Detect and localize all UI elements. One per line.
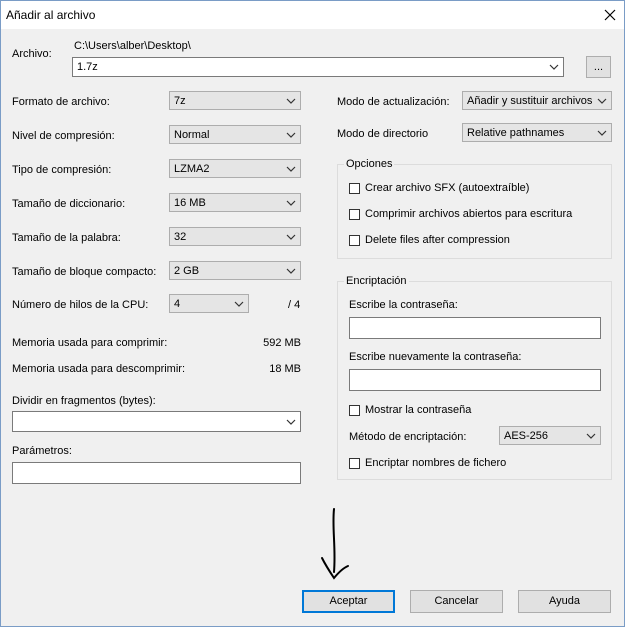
path-mode-label: Modo de directorio: [337, 128, 429, 140]
word-value: 32: [174, 231, 187, 243]
archive-label: Archivo:: [12, 48, 52, 60]
path-mode-select[interactable]: Relative pathnames: [462, 123, 612, 142]
chevron-down-icon: [286, 166, 296, 172]
chevron-down-icon: [286, 98, 296, 104]
chevron-down-icon: [286, 200, 296, 206]
encryption-group: Encriptación Escribe la contraseña: Escr…: [337, 275, 612, 480]
level-select[interactable]: Normal: [169, 125, 301, 144]
mem-compress-value: 592 MB: [263, 337, 301, 349]
threads-max: / 4: [288, 299, 301, 311]
show-password-checkbox[interactable]: Mostrar la contraseña: [349, 403, 471, 417]
close-icon[interactable]: [596, 1, 624, 29]
dict-value: 16 MB: [174, 197, 206, 209]
format-select[interactable]: 7z: [169, 91, 301, 110]
help-button[interactable]: Ayuda: [518, 590, 611, 613]
cancel-button[interactable]: Cancelar: [410, 590, 503, 613]
method-select[interactable]: LZMA2: [169, 159, 301, 178]
level-value: Normal: [174, 129, 210, 141]
show-password-label: Mostrar la contraseña: [365, 404, 472, 416]
chevron-down-icon: [286, 234, 296, 240]
update-mode-label: Modo de actualización:: [337, 96, 450, 108]
solid-select[interactable]: 2 GB: [169, 261, 301, 280]
format-label: Formato de archivo:: [12, 96, 110, 108]
chevron-down-icon: [234, 301, 244, 307]
threads-label: Número de hilos de la CPU:: [12, 299, 149, 311]
archive-name-combo[interactable]: 1.7z: [72, 57, 564, 77]
shared-checkbox[interactable]: Comprimir archivos abiertos para escritu…: [349, 207, 572, 221]
params-input[interactable]: [12, 462, 301, 484]
params-label: Parámetros:: [12, 445, 72, 457]
checkbox-box[interactable]: [349, 208, 360, 220]
chevron-down-icon: [286, 268, 296, 274]
delete-checkbox[interactable]: Delete files after compression: [349, 233, 510, 247]
chevron-down-icon: [597, 98, 607, 104]
shared-checkbox-label: Comprimir archivos abiertos para escritu…: [365, 208, 573, 220]
encryption-method-label: Método de encriptación:: [349, 431, 467, 443]
path-mode-value: Relative pathnames: [467, 127, 565, 139]
format-value: 7z: [174, 95, 186, 107]
encrypt-names-label: Encriptar nombres de fichero: [365, 457, 507, 469]
word-select[interactable]: 32: [169, 227, 301, 246]
split-label: Dividir en fragmentos (bytes):: [12, 395, 156, 407]
mem-compress-label: Memoria usada para comprimir:: [12, 337, 168, 349]
encryption-legend: Encriptación: [344, 275, 409, 287]
sfx-checkbox-label: Crear archivo SFX (autoextraíble): [365, 182, 530, 194]
chevron-down-icon: [597, 130, 607, 136]
repeat-password-input[interactable]: [349, 369, 601, 391]
dict-label: Tamaño de diccionario:: [12, 198, 126, 210]
checkbox-box[interactable]: [349, 457, 360, 469]
checkbox-box[interactable]: [349, 404, 360, 416]
level-label: Nivel de compresión:: [12, 130, 115, 142]
split-combo[interactable]: [12, 411, 301, 432]
sfx-checkbox[interactable]: Crear archivo SFX (autoextraíble): [349, 181, 529, 195]
threads-select[interactable]: 4: [169, 294, 249, 313]
ok-button[interactable]: Aceptar: [302, 590, 395, 613]
options-group: Opciones Crear archivo SFX (autoextraíbl…: [337, 158, 612, 259]
update-mode-value: Añadir y sustituir archivos: [467, 95, 593, 107]
checkbox-box[interactable]: [349, 234, 360, 246]
mem-decompress-value: 18 MB: [269, 363, 301, 375]
encrypt-names-checkbox[interactable]: Encriptar nombres de fichero: [349, 456, 506, 470]
add-to-archive-dialog: Añadir al archivo Archivo: C:\Users\albe…: [0, 0, 625, 627]
method-label: Tipo de compresión:: [12, 164, 112, 176]
solid-label: Tamaño de bloque compacto:: [12, 266, 157, 278]
repeat-password-label: Escribe nuevamente la contraseña:: [349, 351, 522, 363]
mem-decompress-label: Memoria usada para descomprimir:: [12, 363, 186, 375]
archive-path: C:\Users\alber\Desktop\: [74, 40, 191, 52]
dict-select[interactable]: 16 MB: [169, 193, 301, 212]
chevron-down-icon: [586, 433, 596, 439]
chevron-down-icon: [286, 419, 296, 425]
password-input[interactable]: [349, 317, 601, 339]
update-mode-select[interactable]: Añadir y sustituir archivos: [462, 91, 612, 110]
method-value: LZMA2: [174, 163, 210, 175]
encryption-method-value: AES-256: [504, 430, 549, 442]
archive-name-value: 1.7z: [77, 61, 98, 73]
encryption-method-select[interactable]: AES-256: [499, 426, 601, 445]
threads-value: 4: [174, 298, 181, 310]
chevron-down-icon: [286, 132, 296, 138]
solid-value: 2 GB: [174, 265, 200, 277]
word-label: Tamaño de la palabra:: [12, 232, 121, 244]
title-bar: Añadir al archivo: [1, 1, 624, 29]
password-label: Escribe la contraseña:: [349, 299, 458, 311]
options-legend: Opciones: [344, 158, 395, 170]
window-title: Añadir al archivo: [6, 8, 96, 22]
checkbox-box[interactable]: [349, 182, 360, 194]
hand-drawn-arrow-icon: [321, 508, 349, 580]
delete-checkbox-label: Delete files after compression: [365, 234, 510, 246]
chevron-down-icon[interactable]: [549, 62, 559, 72]
browse-button[interactable]: ...: [586, 56, 611, 78]
